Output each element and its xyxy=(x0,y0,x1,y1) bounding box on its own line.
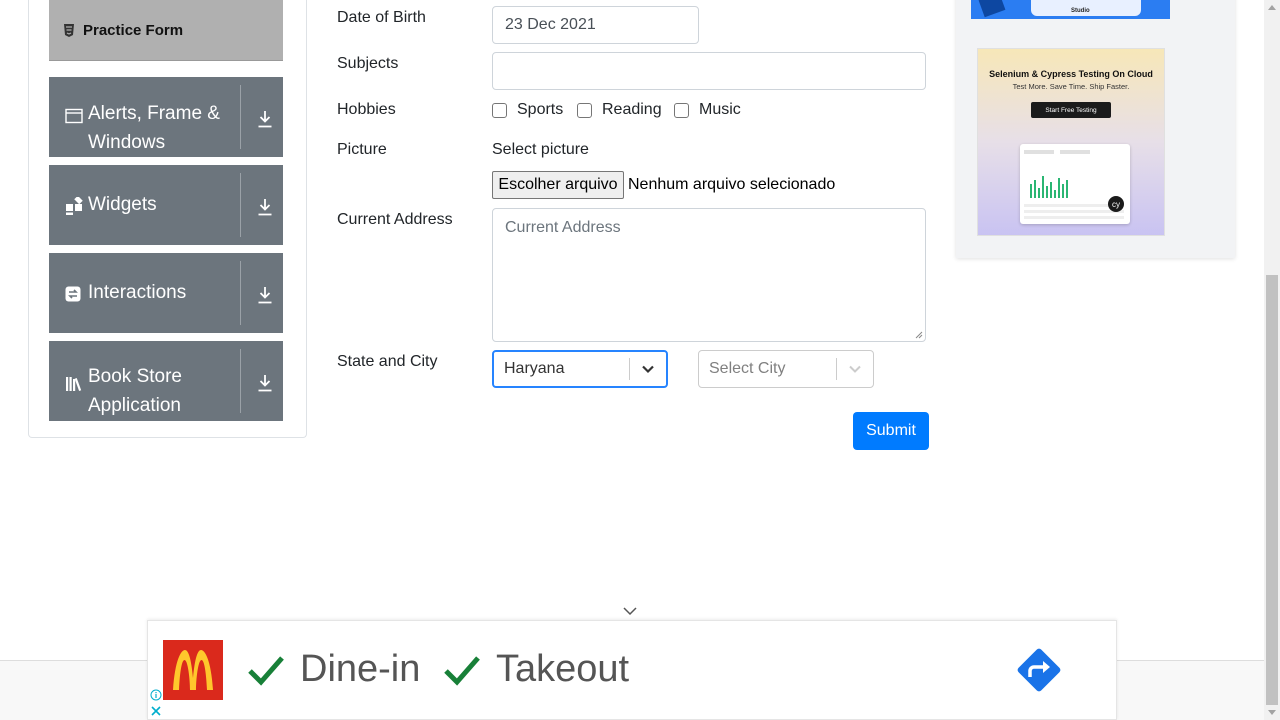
divider xyxy=(240,85,241,149)
sidebar-group-alerts[interactable]: Alerts, Frame & Windows xyxy=(49,77,283,157)
chevron-down-icon[interactable] xyxy=(837,364,873,374)
resize-handle-icon[interactable] xyxy=(915,331,923,339)
hobbies-label: Hobbies xyxy=(337,101,396,118)
check-icon xyxy=(248,656,284,686)
sidebar-group-label: Book Store Application xyxy=(88,366,182,416)
takeout-text: Takeout xyxy=(496,648,630,690)
state-value: Haryana xyxy=(504,360,565,377)
city-placeholder: Select City xyxy=(709,360,786,377)
divider xyxy=(240,173,241,237)
close-icon[interactable] xyxy=(150,705,162,717)
interactions-swap-icon xyxy=(65,286,81,302)
browser-window-icon xyxy=(65,108,83,124)
chevron-down-icon[interactable] xyxy=(630,364,666,374)
state-city-label: State and City xyxy=(337,353,438,370)
scroll-up-arrow-icon[interactable] xyxy=(1268,5,1276,10)
submit-button[interactable]: Submit xyxy=(853,412,929,450)
file-status-text: Nenhum arquivo selecionado xyxy=(628,176,836,193)
page-scrollbar[interactable] xyxy=(1264,0,1280,720)
info-icon[interactable] xyxy=(150,689,162,701)
sidebar-group-label: Widgets xyxy=(88,194,157,215)
date-of-birth-input[interactable]: 23 Dec 2021 xyxy=(492,6,699,44)
checkbox-box[interactable] xyxy=(674,102,689,118)
textarea-placeholder: Current Address xyxy=(505,219,621,236)
sidebar-group-book-store[interactable]: Book Store Application xyxy=(49,341,283,421)
state-select[interactable]: Haryana xyxy=(492,350,668,388)
chevron-down-icon[interactable] xyxy=(622,606,638,616)
cloud-testing-ad[interactable]: Selenium & Cypress Testing On Cloud Test… xyxy=(977,48,1165,236)
ad-headline: Selenium & Cypress Testing On Cloud xyxy=(989,69,1153,79)
cypress-badge: cy xyxy=(1108,196,1124,212)
check-icon xyxy=(444,656,480,686)
hobby-music-checkbox[interactable]: Music xyxy=(674,101,741,119)
page: Practice Form Alerts, Frame & Windows Wi… xyxy=(0,0,1280,720)
current-address-textarea[interactable]: Current Address xyxy=(492,208,926,342)
studio-label: Studio xyxy=(1071,8,1090,14)
download-icon[interactable] xyxy=(257,110,273,128)
sidebar-item-practice-form[interactable]: Practice Form xyxy=(49,0,283,61)
divider xyxy=(240,349,241,413)
checkbox-label: Music xyxy=(699,101,741,118)
hobby-sports-checkbox[interactable]: Sports xyxy=(492,101,563,119)
download-icon[interactable] xyxy=(257,198,273,216)
html-doc-icon xyxy=(64,23,74,37)
sidebar-item-label: Practice Form xyxy=(83,21,184,39)
picture-label: Picture xyxy=(337,141,387,158)
sidebar-group-label: Alerts, Frame & Windows xyxy=(88,103,220,153)
studio-ad-banner[interactable]: Studio xyxy=(971,0,1170,19)
current-address-label: Current Address xyxy=(337,211,453,228)
checkbox-label: Sports xyxy=(517,101,564,118)
start-free-testing-button[interactable]: Start Free Testing xyxy=(1031,102,1111,118)
dine-in-text: Dine-in xyxy=(300,648,421,690)
widgets-grid-icon xyxy=(66,197,83,215)
books-icon xyxy=(66,377,82,391)
checkbox-box[interactable] xyxy=(492,102,507,118)
ad-graphic xyxy=(978,0,1006,18)
checkbox-box[interactable] xyxy=(577,102,592,118)
choose-file-button[interactable]: Escolher arquivo xyxy=(492,171,624,199)
sidebar-group-label: Interactions xyxy=(88,282,187,303)
ad-tagline: Test More. Save Time. Ship Faster. xyxy=(1012,82,1130,91)
mcdonalds-logo xyxy=(163,640,223,700)
chart-thumbnail-icon xyxy=(1024,150,1124,219)
directions-icon[interactable] xyxy=(1015,646,1063,694)
scrollbar-thumb[interactable] xyxy=(1266,275,1278,705)
checkbox-label: Reading xyxy=(602,101,662,118)
city-select[interactable]: Select City xyxy=(698,350,874,388)
divider xyxy=(240,261,241,325)
select-picture-label: Select picture xyxy=(492,141,589,158)
subjects-input[interactable] xyxy=(492,52,926,90)
download-icon[interactable] xyxy=(257,374,273,392)
subjects-label: Subjects xyxy=(337,55,399,72)
sidebar-group-interactions[interactable]: Interactions xyxy=(49,253,283,333)
download-icon[interactable] xyxy=(257,286,273,304)
dashboard-mock-image xyxy=(1020,144,1130,224)
scroll-down-arrow-icon[interactable] xyxy=(1268,710,1276,715)
bottom-ad-banner[interactable] xyxy=(147,620,1117,720)
hobby-reading-checkbox[interactable]: Reading xyxy=(577,101,662,119)
dob-label: Date of Birth xyxy=(337,9,426,26)
sidebar-group-widgets[interactable]: Widgets xyxy=(49,165,283,245)
